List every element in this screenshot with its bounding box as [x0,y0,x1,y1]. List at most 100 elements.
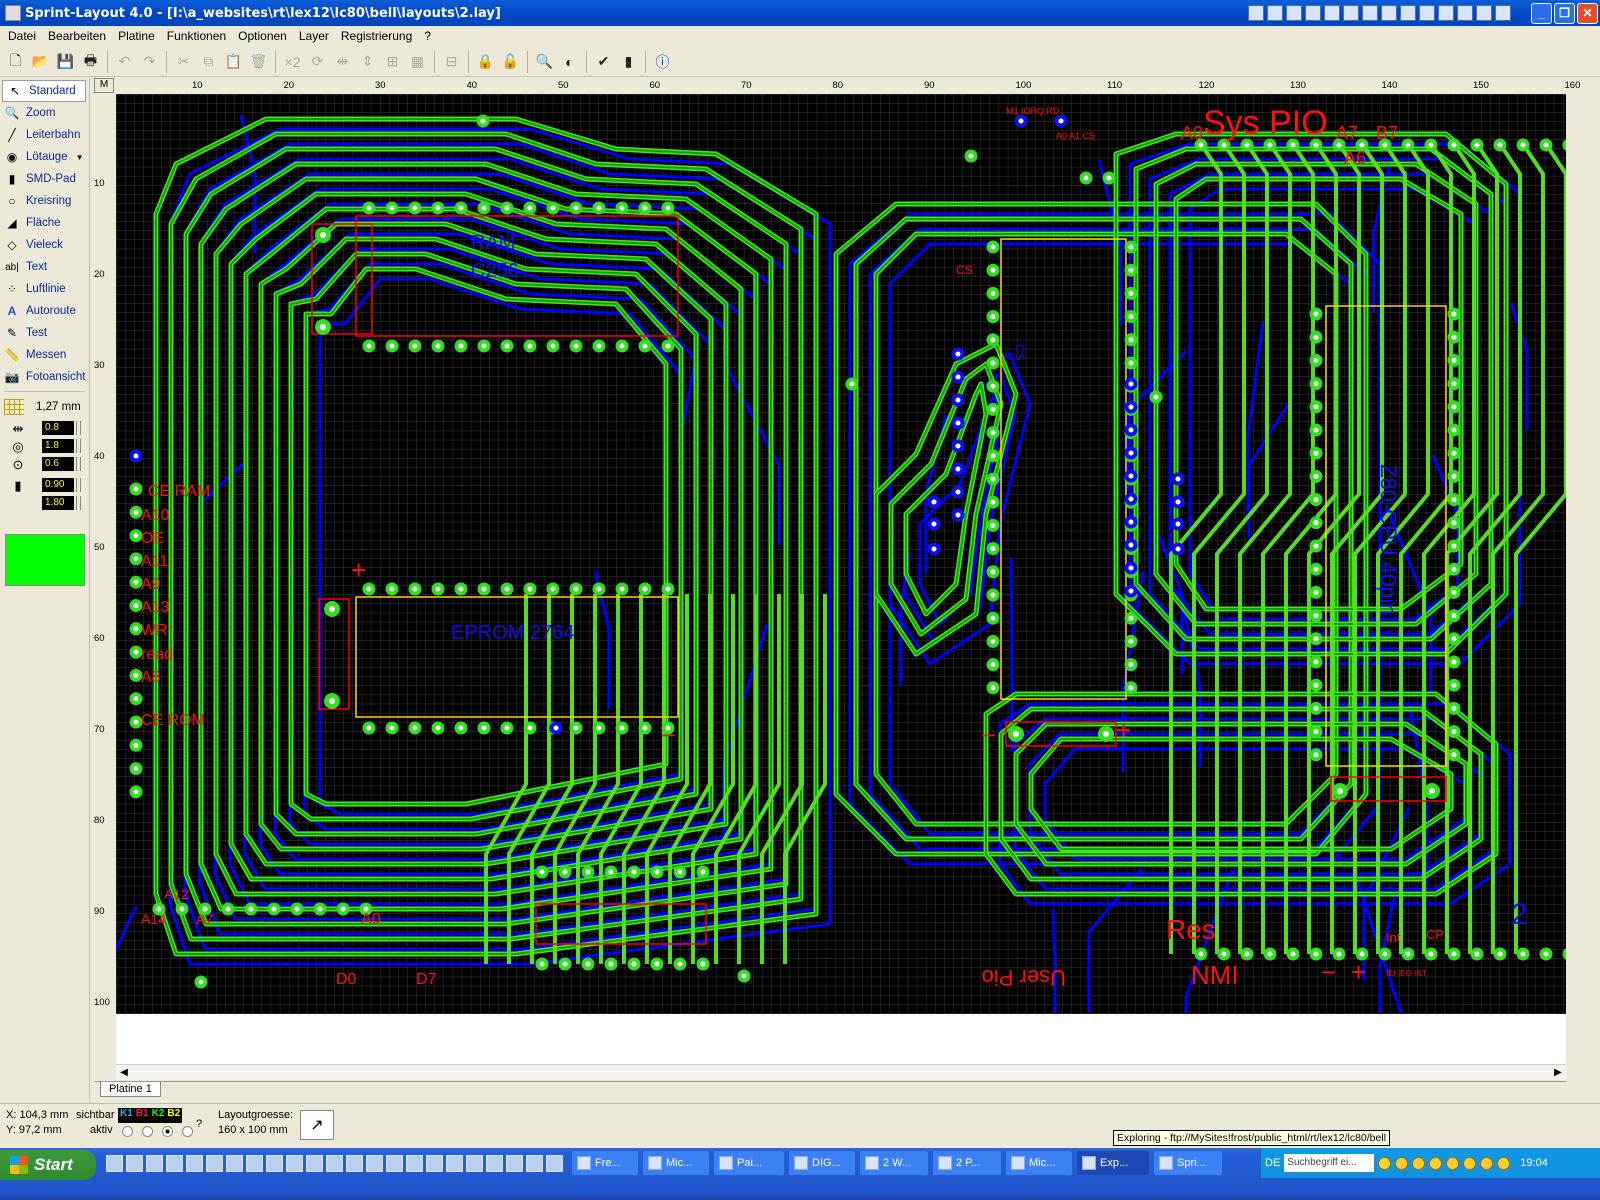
pcb-canvas[interactable]: Sys PIO A0 A6 A7 B7 M1 IORQ RD A0 A1 CS IEI IEO… [116,94,1566,1064]
task-button[interactable]: Spri... [1153,1150,1223,1176]
language-indicator[interactable]: DE [1265,1157,1280,1169]
tray-icon[interactable] [1429,1156,1443,1170]
task-button[interactable]: Mic... [642,1150,710,1176]
tool-autoroute[interactable]: A Autoroute [0,300,89,322]
task-button[interactable]: Mic... [1005,1150,1073,1176]
tray-icon[interactable] [1480,1156,1494,1170]
tray-icon[interactable] [1463,1156,1477,1170]
cut-icon[interactable]: ✂ [172,50,195,73]
horizontal-scrollbar[interactable]: ◀ ▶ [116,1064,1566,1080]
pad-inner-param[interactable]: ⊙ 0.6 [0,455,89,473]
drc-check-icon[interactable]: ✔ [592,50,615,73]
close-button[interactable]: ✕ [1577,2,1598,24]
spinner[interactable] [76,478,81,492]
align-icon[interactable]: ⊞ [381,50,404,73]
duplicate-icon[interactable]: ×2 [281,50,304,73]
smd-height-value[interactable]: 1.80 [42,496,74,510]
track-width-value[interactable]: 0.8 [42,421,74,435]
paste-icon[interactable]: 📋 [222,50,245,73]
quicklaunch-icon[interactable] [326,1155,343,1172]
spinner[interactable] [76,496,81,510]
tray-icon[interactable] [1446,1156,1460,1170]
macro-icon[interactable]: ▮ [617,50,640,73]
rotate-icon[interactable]: ⟳ [306,50,329,73]
radio-b1[interactable] [142,1126,153,1137]
menu-optionen[interactable]: Optionen [232,29,293,43]
tool-messen[interactable]: 📏 Messen [0,344,89,366]
unlock-icon[interactable]: 🔓 [499,50,522,73]
tool-luftlinie[interactable]: ⁘ Luftlinie [0,278,89,300]
quicklaunch-icon[interactable] [446,1155,463,1172]
tool-standard[interactable]: ↖ Standard [2,80,86,102]
pad-outer-param[interactable]: ◎ 1.8 [0,437,89,455]
task-button[interactable]: Exp... [1076,1150,1150,1176]
quicklaunch-icon[interactable] [186,1155,203,1172]
info-icon[interactable]: ⓘ [651,50,674,73]
pad-inner-value[interactable]: 0.6 [42,457,74,471]
quicklaunch-icon[interactable] [266,1155,283,1172]
layer-k2[interactable]: K2 [152,1108,165,1123]
quick-icon[interactable] [1381,5,1397,21]
tool-status-icon[interactable]: ↗ [300,1110,334,1140]
quick-icon[interactable] [1343,5,1359,21]
layer-b2[interactable]: B2 [167,1108,180,1123]
pcb-layout[interactable]: Sys PIOA0A6A7 B7M1 IORQ RDA0 A1 CSIEI IEO… [116,94,1566,1014]
quicklaunch-icon[interactable] [366,1155,383,1172]
quick-icon[interactable] [1495,5,1511,21]
quick-icon[interactable] [1305,5,1321,21]
tray-icon[interactable] [1395,1156,1409,1170]
quicklaunch-icon[interactable] [406,1155,423,1172]
quicklaunch-icon[interactable] [306,1155,323,1172]
quick-icon[interactable] [1476,5,1492,21]
menu-funktionen[interactable]: Funktionen [161,29,232,43]
quicklaunch-icon[interactable] [386,1155,403,1172]
quick-icon[interactable] [1267,5,1283,21]
ruler-marker[interactable]: M [94,78,114,93]
redo-icon[interactable]: ↷ [138,50,161,73]
quicklaunch-icon[interactable] [426,1155,443,1172]
tab-platine-1[interactable]: Platine 1 [100,1082,161,1097]
layer-k1[interactable]: K1 [120,1108,133,1123]
quicklaunch-icon[interactable] [206,1155,223,1172]
layer-help[interactable]: ? [196,1118,202,1130]
mirror-v-icon[interactable]: ⇕ [356,50,379,73]
grid-selector[interactable]: 1,27 mm [0,395,89,419]
copy-icon[interactable]: ⧉ [197,50,220,73]
zoom-search-icon[interactable]: 🔍 [533,50,556,73]
minimize-button[interactable]: _ [1531,2,1552,24]
save-icon[interactable]: 💾 [54,50,77,73]
quicklaunch-icon[interactable] [546,1155,563,1172]
new-file-icon[interactable]: 🗋 [4,50,27,73]
quick-icon[interactable] [1286,5,1302,21]
start-button[interactable]: Start [0,1150,96,1180]
radio-b2[interactable] [182,1126,193,1137]
quick-icon[interactable] [1438,5,1454,21]
open-folder-icon[interactable]: 📂 [29,50,52,73]
tray-icon[interactable] [1378,1156,1392,1170]
task-button[interactable]: Fre... [571,1150,639,1176]
task-button[interactable]: 2 P... [932,1150,1002,1176]
layer-b1[interactable]: B1 [136,1108,149,1123]
quicklaunch-icon[interactable] [226,1155,243,1172]
tool-loetauge[interactable]: ◉ Lötauge ▼ [0,146,89,168]
quick-icon[interactable] [1400,5,1416,21]
radio-k1[interactable] [122,1126,133,1137]
tray-icon[interactable] [1497,1156,1511,1170]
tool-test[interactable]: ✎ Test [0,322,89,344]
task-button[interactable]: DIG... [788,1150,856,1176]
task-button[interactable]: 2 W... [859,1150,929,1176]
tray-icon[interactable] [1412,1156,1426,1170]
tool-flaeche[interactable]: ◢ Fläche [0,212,89,234]
menu-platine[interactable]: Platine [112,29,161,43]
task-button[interactable]: Pai... [713,1150,785,1176]
undo-icon[interactable]: ↶ [113,50,136,73]
spinner[interactable] [76,439,81,453]
quicklaunch-icon[interactable] [146,1155,163,1172]
quicklaunch-icon[interactable] [126,1155,143,1172]
quicklaunch-icon[interactable] [166,1155,183,1172]
quicklaunch-icon[interactable] [506,1155,523,1172]
dropdown-arrow-icon[interactable]: ▼ [76,153,84,162]
delete-icon[interactable]: 🗑 [247,50,270,73]
tool-fotoansicht[interactable]: 📷 Fotoansicht [0,366,89,388]
tool-zoom[interactable]: 🔍 Zoom [0,102,89,124]
